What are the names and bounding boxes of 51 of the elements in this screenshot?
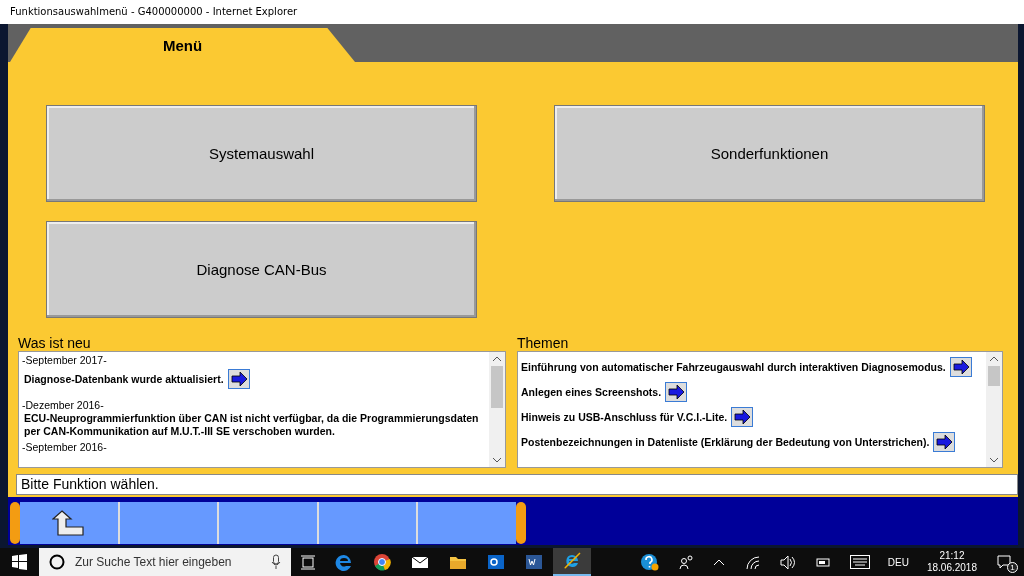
notification-icon[interactable] <box>997 555 1011 569</box>
window-title: Funktionsauswahlmenü - G400000000 - Internet Explorer <box>0 0 1024 24</box>
news-text: ECU-Neuprogrammierfunktion über CAN ist nicht verfügbar, da die Programmierungsdaten per CAN-Kommunikation auf M.U.T.-III SE verschoben wurden. <box>24 412 480 438</box>
arrow-button[interactable] <box>731 407 754 427</box>
speaker-icon[interactable] <box>779 554 796 570</box>
battery-icon[interactable] <box>815 556 830 568</box>
task-view-icon[interactable] <box>301 554 315 570</box>
word-icon <box>525 553 543 571</box>
scroll-bar[interactable] <box>489 352 505 467</box>
outlook-icon <box>487 553 505 571</box>
panel-title: Was ist neu <box>18 335 92 351</box>
language-indicator[interactable]: DEU <box>879 556 917 568</box>
news-date: -September 2017- <box>22 354 108 367</box>
keyboard-icon[interactable] <box>849 555 870 569</box>
search-icon <box>49 554 65 570</box>
arrow-button[interactable] <box>933 432 956 452</box>
scroll-bar[interactable] <box>986 352 1002 467</box>
help-icon[interactable] <box>639 553 659 571</box>
microphone-icon <box>271 554 281 570</box>
caret-icon[interactable] <box>712 557 725 567</box>
news-date: -September 2016- <box>22 441 108 454</box>
browser-icon <box>335 553 353 571</box>
windows-start-icon[interactable] <box>12 554 27 570</box>
menu-button[interactable]: Diagnose CAN-Bus <box>46 221 477 318</box>
people-icon[interactable] <box>678 554 693 570</box>
wifi-icon[interactable] <box>744 554 760 570</box>
browser-icon <box>373 553 391 571</box>
news-text: Diagnose-Datenbank wurde aktualisiert. <box>24 372 224 386</box>
return-arrow-icon <box>51 510 86 536</box>
status-field: Bitte Funktion wählen. <box>16 474 1018 495</box>
bar-end-cap <box>10 502 20 544</box>
search-field[interactable]: Zur Suche Text hier eingeben <box>73 554 263 570</box>
topic-text: Hinweis zu USB-Anschluss für V.C.I.-Lite. <box>521 410 728 424</box>
menu-button[interactable]: Sonderfunktionen <box>554 105 985 202</box>
arrow-button[interactable] <box>665 382 688 402</box>
clock-date: 18.06.2018 <box>926 562 977 574</box>
notification-count: 1 <box>1007 562 1018 573</box>
clock-time: 21:12 <box>939 550 965 562</box>
panel-title: Themen <box>517 335 570 351</box>
arrow-button[interactable] <box>227 369 250 389</box>
arrow-button[interactable] <box>949 357 972 377</box>
function-key[interactable] <box>20 502 118 544</box>
search-bar[interactable]: Zur Suche Text hier eingeben <box>39 548 291 576</box>
topic-text: Anlegen eines Screenshots. <box>521 385 662 399</box>
news-date: -Dezember 2016- <box>22 399 105 412</box>
browser-icon <box>563 552 581 570</box>
menu-tab[interactable]: Menü <box>10 28 355 62</box>
menu-button[interactable]: Systemauswahl <box>46 105 477 202</box>
bar-end-cap <box>516 502 526 544</box>
topic-text: Postenbezeichnungen in Datenliste (Erklärung der Bedeutung von Unterstrichen). <box>521 435 930 449</box>
topic-text: Einführung von automatischer Fahrzeugauswahl durch interaktiven Diagnosemodus. <box>521 360 946 374</box>
